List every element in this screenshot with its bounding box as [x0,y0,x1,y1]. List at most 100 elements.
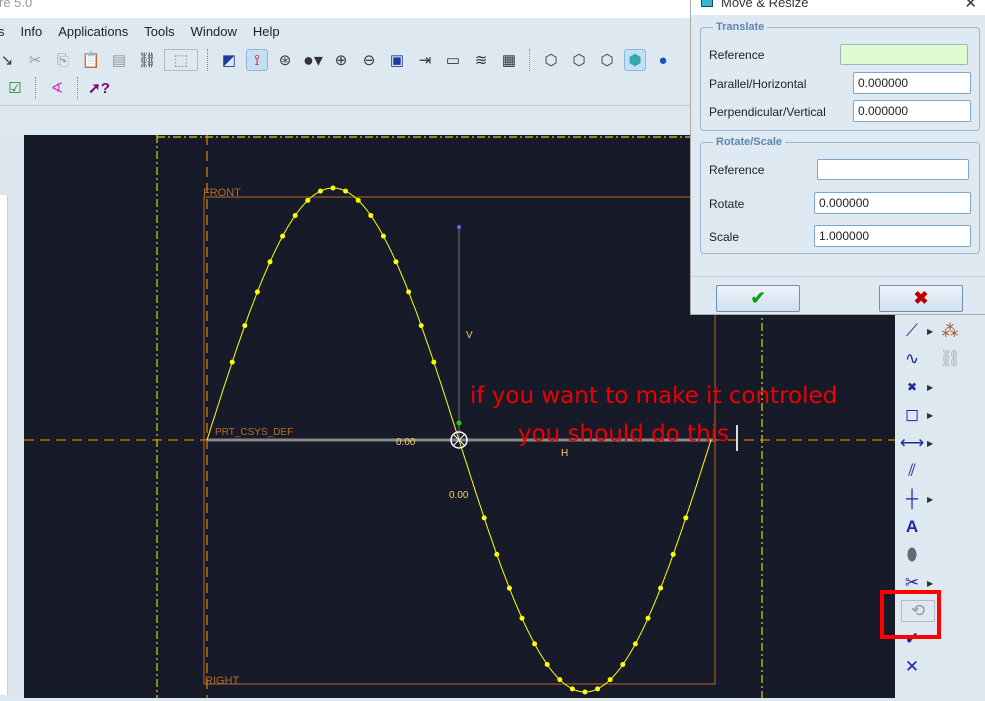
ok-button[interactable]: ✔ [716,285,800,312]
rotate-input[interactable]: 0.000000 [814,192,971,214]
scale-input[interactable]: 1.000000 [814,225,971,247]
sketch-points-icon[interactable]: ⟟ [246,49,268,71]
front-label: FRONT [203,187,241,199]
model-tree-icon[interactable]: ▦ [498,49,520,71]
spline-point[interactable] [544,662,550,668]
spline-point[interactable] [317,188,323,194]
spline-point[interactable] [582,689,588,695]
translate-reference-field[interactable] [840,44,968,65]
spline-point[interactable] [330,185,336,191]
dim-h-value[interactable]: 0.00 [396,437,416,448]
spline-point[interactable] [670,551,676,557]
spline-point[interactable] [519,615,525,621]
whats-this-icon[interactable]: ➚? [88,77,110,99]
perpendicular-label: Perpendicular/Vertical [709,105,826,119]
layers-icon[interactable]: ≋ [470,49,492,71]
spline-point[interactable] [343,188,349,194]
modify-icon[interactable]: ⫽ [901,460,923,482]
pin-icon[interactable]: ● [652,49,674,71]
spin-center-icon[interactable]: ⊛ [274,49,296,71]
zoom-out-icon[interactable]: ⊖ [358,49,380,71]
paste-icon[interactable]: 📋 [80,49,102,71]
spline-point[interactable] [229,359,235,365]
spline-point[interactable] [355,197,361,203]
copy-icon[interactable]: ⎘ [52,49,74,71]
spline-point[interactable] [292,212,298,218]
spline-point[interactable] [481,515,487,521]
text-icon[interactable]: A [901,516,923,538]
rotate-label: Rotate [709,197,745,211]
spline-point[interactable] [431,359,437,365]
spline-point[interactable] [632,641,638,647]
spline-point[interactable] [658,585,664,591]
cut-icon[interactable]: ✂ [24,49,46,71]
constraint-icon[interactable]: ⁂ [939,320,961,342]
spline-point[interactable] [620,662,626,668]
spline-point[interactable] [645,615,651,621]
analysis-icon[interactable]: ∢ [46,77,68,99]
shaded-icon[interactable]: ⬢ [624,49,646,71]
annotation-line-2: you should do this [518,421,730,447]
zoom-in-icon[interactable]: ⊕ [330,49,352,71]
no-hidden-icon[interactable]: ⬡ [596,49,618,71]
right-label: RIGHT [205,675,240,687]
line-icon[interactable]: ⟋ [901,320,923,342]
redo-icon[interactable]: ↘ [0,49,18,71]
centerline-icon[interactable]: ┼ [901,488,923,510]
menu-help[interactable]: Help [253,24,280,39]
rotate-reference-field[interactable] [817,159,969,180]
spline-point[interactable] [595,686,601,692]
parallel-input[interactable]: 0.000000 [853,72,971,94]
spline-point[interactable] [532,641,538,647]
spline-point[interactable] [506,585,512,591]
spline-point[interactable] [280,233,286,239]
scale-label: Scale [709,230,740,244]
repaint-icon[interactable]: ◩ [218,49,240,71]
perpendicular-input[interactable]: 0.000000 [853,100,971,122]
verify-icon[interactable]: ☑ [4,77,26,99]
close-icon[interactable]: ✕ [964,0,977,12]
offset-icon[interactable]: ◻ [901,404,923,426]
toolbar-row-1: ↘ ✂ ⎘ 📋 ▤ ⛓ ⬚ ◩ ⟟ ⊛ ●▾ ⊕ ⊖ ▣ ⇥ ▭ ≋ ▦ ⬡ ⬡… [0,49,674,71]
chain-icon[interactable]: ⛓ [939,348,961,370]
menu-s[interactable]: s [0,24,5,39]
menu-info[interactable]: Info [21,24,43,39]
spline-point[interactable] [418,323,424,329]
model-tree-panel[interactable] [0,135,24,698]
spline-point[interactable] [254,289,260,295]
orient-icon[interactable]: ⇥ [414,49,436,71]
spline-point[interactable] [494,551,500,557]
spline-point[interactable] [557,677,563,683]
select-box-icon[interactable]: ⬚ [164,49,198,71]
menu-tools[interactable]: Tools [144,24,174,39]
wireframe-icon[interactable]: ⬡ [540,49,562,71]
shading-icon[interactable]: ●▾ [302,49,324,71]
dim-v-value[interactable]: 0.00 [449,490,469,501]
paste-special-icon[interactable]: ▤ [108,49,130,71]
spline-point[interactable] [267,259,273,265]
translate-reference-label: Reference [709,48,765,62]
refit-icon[interactable]: ▣ [386,49,408,71]
find-icon[interactable]: ⛓ [136,49,158,71]
quit-icon[interactable]: ✕ [901,656,923,678]
menu-applications[interactable]: Applications [58,24,128,39]
spline-icon[interactable]: ∿ [901,348,923,370]
spline-point[interactable] [380,233,386,239]
dialog-title: Move & Resize [721,0,809,10]
window-title: ulire 5.0 [0,0,33,10]
spline-point[interactable] [368,212,374,218]
saved-views-icon[interactable]: ▭ [442,49,464,71]
spline-point[interactable] [305,197,311,203]
cancel-button[interactable]: ✖ [879,285,963,312]
menu-window[interactable]: Window [191,24,237,39]
spline-point[interactable] [607,677,613,683]
spline-point[interactable] [242,323,248,329]
palette-icon[interactable]: ⬮ [901,544,923,566]
dimension-icon[interactable]: ⟷ [900,432,924,454]
spline-point[interactable] [683,515,689,521]
hidden-line-icon[interactable]: ⬡ [568,49,590,71]
point-icon[interactable]: ✖ [901,376,923,398]
spline-point[interactable] [406,289,412,295]
spline-point[interactable] [393,259,399,265]
spline-point[interactable] [569,686,575,692]
